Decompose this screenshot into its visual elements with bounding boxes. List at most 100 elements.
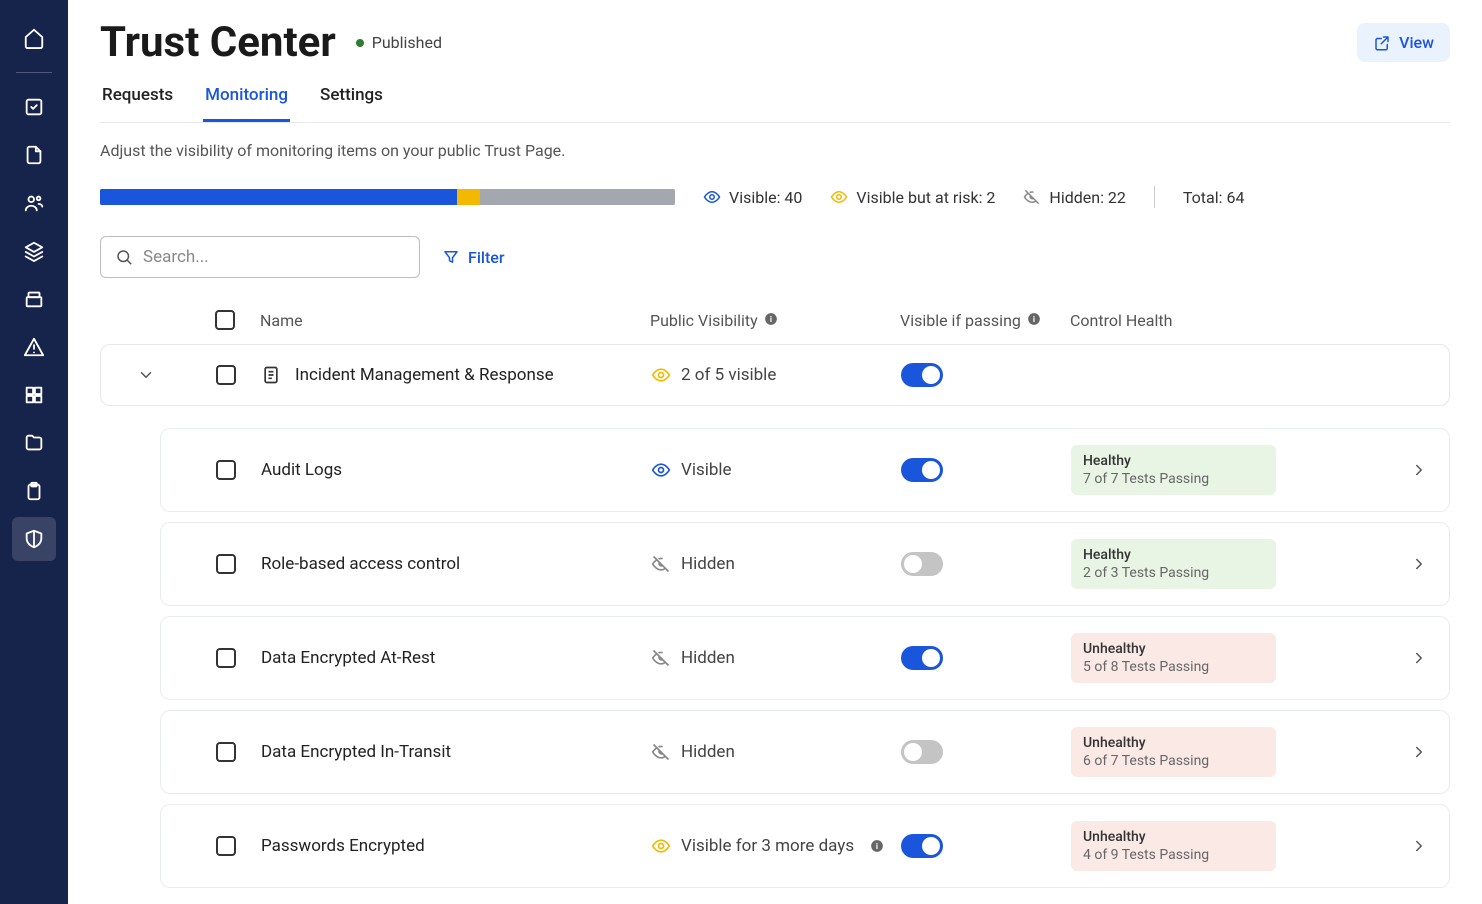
- row-toggle[interactable]: [901, 834, 943, 858]
- nav-documents[interactable]: [12, 133, 56, 177]
- col-name: Name: [260, 311, 650, 330]
- stat-visible: Visible: 40: [703, 188, 802, 207]
- row-checkbox[interactable]: [216, 460, 236, 480]
- stat-at-risk: Visible but at risk: 2: [830, 188, 995, 207]
- tabs: Requests Monitoring Settings: [100, 77, 1450, 123]
- eye-icon: [703, 188, 721, 206]
- expand-toggle[interactable]: [137, 366, 155, 384]
- row-checkbox[interactable]: [216, 742, 236, 762]
- row-name: Data Encrypted In-Transit: [261, 742, 651, 762]
- health-badge: Unhealthy4 of 9 Tests Passing: [1071, 821, 1276, 871]
- nav-clipboard[interactable]: [12, 469, 56, 513]
- nav-tasks[interactable]: [12, 85, 56, 129]
- row-toggle[interactable]: [901, 646, 943, 670]
- document-icon: [261, 365, 281, 385]
- row-checkbox[interactable]: [216, 836, 236, 856]
- toolbar: Filter: [100, 236, 1450, 278]
- table-row[interactable]: Data Encrypted At-Rest Hidden Unhealthy5…: [160, 616, 1450, 700]
- info-icon[interactable]: i: [870, 839, 884, 853]
- col-control-health: Control Health: [1070, 311, 1390, 330]
- eye-off-icon: [651, 742, 671, 762]
- nav-layers[interactable]: [12, 229, 56, 273]
- table-row[interactable]: Data Encrypted In-Transit Hidden Unhealt…: [160, 710, 1450, 794]
- eye-off-icon: [651, 554, 671, 574]
- search-input[interactable]: [143, 247, 405, 267]
- svg-text:i: i: [1033, 313, 1035, 323]
- stats-row: Visible: 40 Visible but at risk: 2 Hidde…: [100, 186, 1450, 208]
- table-row[interactable]: Audit Logs Visible Healthy7 of 7 Tests P…: [160, 428, 1450, 512]
- group-visibility: 2 of 5 visible: [651, 365, 901, 385]
- main-content: Trust Center Published View Requests Mon…: [68, 0, 1482, 904]
- tab-requests[interactable]: Requests: [100, 77, 175, 122]
- group-name-cell: Incident Management & Response: [261, 365, 651, 385]
- filter-icon: [442, 248, 460, 266]
- eye-icon: [830, 188, 848, 206]
- page-description: Adjust the visibility of monitoring item…: [100, 141, 1450, 160]
- eye-icon: [651, 460, 671, 480]
- info-icon[interactable]: i: [764, 312, 778, 326]
- health-badge: Unhealthy6 of 7 Tests Passing: [1071, 727, 1276, 777]
- nav-folder[interactable]: [12, 421, 56, 465]
- page-header: Trust Center Published View: [100, 18, 1450, 67]
- bar-visible: [100, 189, 457, 205]
- bar-at-risk: [457, 189, 480, 205]
- row-toggle[interactable]: [901, 740, 943, 764]
- row-visibility: Visible: [651, 460, 901, 480]
- bar-hidden: [480, 189, 676, 205]
- table-row[interactable]: Passwords Encrypted Visible for 3 more d…: [160, 804, 1450, 888]
- row-toggle[interactable]: [901, 458, 943, 482]
- status-label: Published: [372, 33, 442, 52]
- svg-text:i: i: [770, 313, 772, 323]
- group-row[interactable]: Incident Management & Response 2 of 5 vi…: [100, 344, 1450, 406]
- table-header: Name Public Visibilityi Visible if passi…: [100, 296, 1450, 344]
- row-arrow[interactable]: [1410, 837, 1428, 855]
- search-box[interactable]: [100, 236, 420, 278]
- nav-home[interactable]: [12, 16, 56, 60]
- group-toggle[interactable]: [901, 363, 943, 387]
- view-label: View: [1399, 33, 1434, 52]
- status-badge: Published: [356, 33, 442, 52]
- col-public-visibility: Public Visibilityi: [650, 311, 900, 330]
- tab-settings[interactable]: Settings: [318, 77, 385, 122]
- row-name: Role-based access control: [261, 554, 651, 574]
- nav-alerts[interactable]: [12, 325, 56, 369]
- tab-monitoring[interactable]: Monitoring: [203, 77, 290, 122]
- group-checkbox[interactable]: [216, 365, 236, 385]
- nav-apps[interactable]: [12, 373, 56, 417]
- status-dot-icon: [356, 39, 364, 47]
- row-toggle[interactable]: [901, 552, 943, 576]
- health-badge: Healthy7 of 7 Tests Passing: [1071, 445, 1276, 495]
- filter-button[interactable]: Filter: [442, 248, 505, 267]
- eye-off-icon: [1023, 188, 1041, 206]
- eye-off-icon: [651, 648, 671, 668]
- row-arrow[interactable]: [1410, 649, 1428, 667]
- divider: [1154, 186, 1155, 208]
- row-checkbox[interactable]: [216, 648, 236, 668]
- nav-archive[interactable]: [12, 277, 56, 321]
- row-name: Audit Logs: [261, 460, 651, 480]
- row-arrow[interactable]: [1410, 743, 1428, 761]
- col-visible-if-passing: Visible if passingi: [900, 311, 1070, 330]
- visibility-bar: [100, 189, 675, 205]
- table-row[interactable]: Role-based access control Hidden Healthy…: [160, 522, 1450, 606]
- select-all-checkbox[interactable]: [215, 310, 235, 330]
- nav-people[interactable]: [12, 181, 56, 225]
- external-link-icon: [1373, 34, 1391, 52]
- row-visibility: Hidden: [651, 648, 901, 668]
- svg-text:i: i: [876, 841, 878, 851]
- row-name: Data Encrypted At-Rest: [261, 648, 651, 668]
- row-arrow[interactable]: [1410, 461, 1428, 479]
- eye-icon: [651, 836, 671, 856]
- sidebar: [0, 0, 68, 904]
- row-arrow[interactable]: [1410, 555, 1428, 573]
- page-title: Trust Center: [100, 18, 336, 67]
- view-button[interactable]: View: [1357, 23, 1450, 62]
- eye-icon: [651, 365, 671, 385]
- row-visibility: Visible for 3 more daysi: [651, 836, 901, 856]
- row-visibility: Hidden: [651, 554, 901, 574]
- row-visibility: Hidden: [651, 742, 901, 762]
- info-icon[interactable]: i: [1027, 312, 1041, 326]
- health-badge: Unhealthy5 of 8 Tests Passing: [1071, 633, 1276, 683]
- nav-shield[interactable]: [12, 517, 56, 561]
- row-checkbox[interactable]: [216, 554, 236, 574]
